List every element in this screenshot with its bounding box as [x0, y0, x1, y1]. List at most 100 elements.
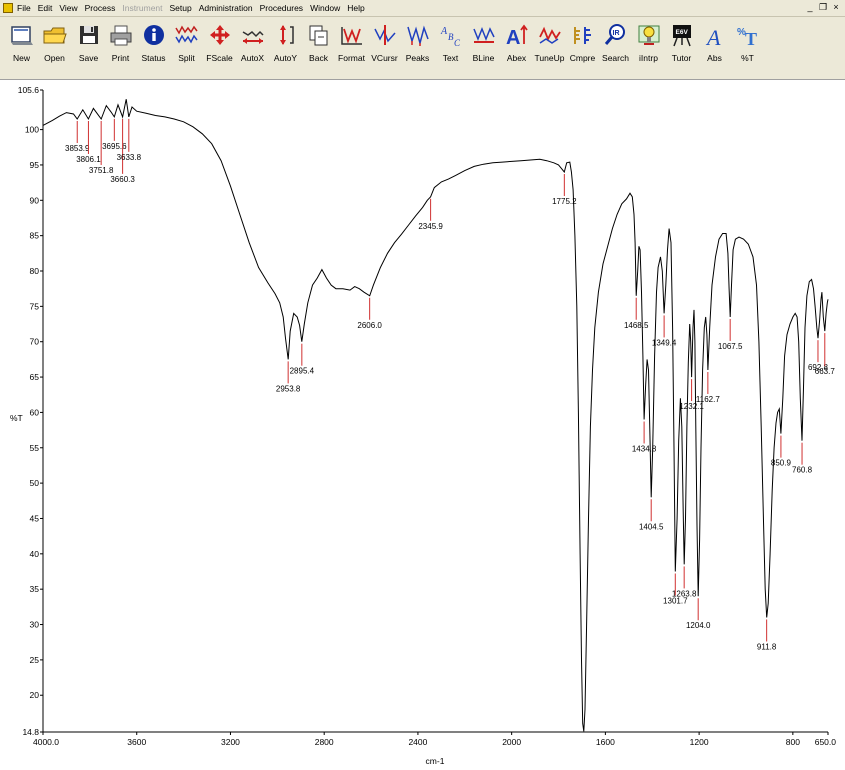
peak-label: 1404.5	[639, 522, 664, 531]
peaks-button[interactable]: Peaks	[401, 21, 434, 73]
tutor-button[interactable]: E6V Tutor	[665, 21, 698, 73]
peak-label: 3695.6	[102, 142, 127, 151]
info-icon	[143, 25, 164, 45]
y-tick-label: 35	[30, 584, 40, 594]
autox-button[interactable]: AutoX	[236, 21, 269, 73]
svg-text:E6V: E6V	[675, 29, 688, 36]
x-axis: 4000.0 3600 3200 2800 2400 2000 1600 1200 800 650…	[33, 731, 836, 747]
menu-bar: File Edit View Process Instrument Setup …	[0, 0, 845, 17]
y-axis-label: %T	[10, 413, 23, 423]
menu-process[interactable]: Process	[85, 2, 116, 14]
y-tick-label: 75	[30, 301, 40, 311]
y-tick-label: 65	[30, 372, 40, 382]
menu-file[interactable]: File	[17, 2, 31, 14]
peak-label: 3853.9	[65, 144, 90, 153]
cmpre-button[interactable]: Cmpre	[566, 21, 599, 73]
iintrp-button[interactable]: iIntrp	[632, 21, 665, 73]
y-tick-label: 30	[30, 620, 40, 630]
x-tick-label: 3600	[127, 737, 146, 747]
tuneup-button[interactable]: TuneUp	[533, 21, 566, 73]
format-button-label: Format	[338, 53, 365, 63]
menu-help[interactable]: Help	[347, 2, 364, 14]
status-button-label: Status	[141, 53, 166, 63]
percent-t-button[interactable]: % T %T	[731, 21, 764, 73]
split-spectrum-icon	[174, 25, 198, 44]
printer-icon	[110, 25, 131, 46]
new-button[interactable]: New	[5, 21, 38, 73]
fscale-button[interactable]: FScale	[203, 21, 236, 73]
menu-procedures[interactable]: Procedures	[260, 2, 303, 14]
status-button[interactable]: Status	[137, 21, 170, 73]
vcursr-button[interactable]: VCursr	[368, 21, 401, 73]
percent-t-button-label: %T	[741, 53, 754, 63]
spectrum-trace	[42, 99, 829, 732]
auto-y-icon	[279, 25, 294, 45]
search-ir-icon: IR	[604, 24, 625, 45]
abs-button[interactable]: A Abs	[698, 21, 731, 73]
peak-label: 3806.1	[76, 155, 101, 164]
x-tick-label: 2400	[408, 737, 427, 747]
menu-window[interactable]: Window	[310, 2, 340, 14]
tune-up-icon	[538, 26, 561, 44]
print-button[interactable]: Print	[104, 21, 137, 73]
split-button[interactable]: Split	[170, 21, 203, 73]
y-tick-label: 25	[30, 655, 40, 665]
abex-button[interactable]: A Abex	[500, 21, 533, 73]
y-tick-label: 80	[30, 266, 40, 276]
peak-label: 1263.8	[672, 589, 697, 598]
text-button-label: Text	[442, 53, 459, 63]
text-abc-icon: A BC	[440, 26, 461, 47]
x-tick-label: 4000.0	[33, 737, 59, 747]
menu-administration[interactable]: Administration	[199, 2, 253, 14]
search-button-label: Search	[602, 53, 629, 63]
baseline-icon	[472, 26, 495, 43]
back-pages-icon	[309, 25, 327, 46]
x-tick-label: 3200	[221, 737, 240, 747]
abex-icon: A	[506, 24, 528, 47]
open-folder-icon	[43, 27, 67, 44]
minimize-button[interactable]: _	[804, 2, 816, 14]
y-tick-label: 85	[30, 231, 40, 241]
ir-spectrum-chart[interactable]: 105.6 100 95 90 85 80 75 70 65 60 55 50 45 40 35 30 25 20…	[0, 80, 845, 770]
floppy-disk-icon	[79, 26, 98, 44]
cmpre-button-label: Cmpre	[569, 53, 596, 63]
percent-transmittance-icon: % T	[737, 27, 757, 47]
svg-text:A: A	[705, 25, 721, 47]
compare-icon	[573, 27, 591, 44]
vcursr-button-label: VCursr	[371, 53, 398, 63]
app-icon	[3, 3, 13, 13]
y-tick-label: 55	[30, 443, 40, 453]
search-button[interactable]: IR Search	[599, 21, 632, 73]
y-tick-label: 50	[30, 478, 40, 488]
tutor-easel-icon: E6V	[672, 25, 691, 47]
y-tick-label: 100	[25, 125, 39, 135]
x-tick-label: 1200	[690, 737, 709, 747]
back-button[interactable]: Back	[302, 21, 335, 73]
menu-view[interactable]: View	[59, 2, 77, 14]
y-tick-label: 14.8	[22, 727, 39, 737]
close-button[interactable]: ×	[830, 2, 842, 14]
peak-label: 2606.0	[357, 321, 382, 330]
menu-instrument: Instrument	[122, 3, 163, 13]
autoy-button[interactable]: AutoY	[269, 21, 302, 73]
save-button[interactable]: Save	[72, 21, 105, 73]
format-button[interactable]: Format	[335, 21, 368, 73]
absorbance-icon: A	[705, 25, 721, 47]
format-icon	[340, 27, 362, 45]
x-tick-label: 1600	[596, 737, 615, 747]
text-button[interactable]: ABC Text	[434, 21, 467, 73]
y-tick-label: 90	[30, 195, 40, 205]
y-axis: 105.6 100 95 90 85 80 75 70 65 60 55 50 45 40 35 30 25 20…	[18, 85, 44, 737]
interpret-bulb-icon	[638, 25, 659, 45]
menu-list: File Edit View Process Instrument Setup …	[17, 2, 372, 14]
menu-edit[interactable]: Edit	[38, 2, 53, 14]
window-controls: _ ❐ ×	[803, 2, 842, 14]
menu-setup[interactable]: Setup	[170, 2, 192, 14]
vertical-cursor-icon	[373, 25, 396, 45]
svg-text:A: A	[506, 27, 520, 47]
open-button[interactable]: Open	[38, 21, 71, 73]
bline-button[interactable]: BLine	[467, 21, 500, 73]
peak-label: 911.8	[757, 642, 777, 651]
peak-label: 1067.5	[718, 342, 743, 351]
restore-button[interactable]: ❐	[817, 2, 829, 14]
